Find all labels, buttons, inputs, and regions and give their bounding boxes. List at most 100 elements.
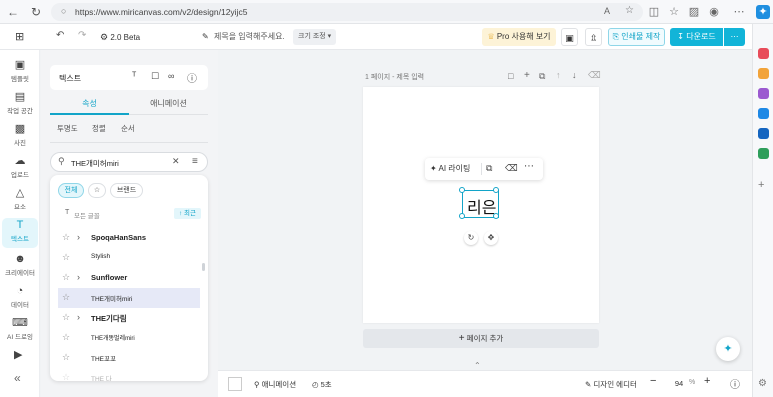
expand-panel-icon[interactable]: ⌃ [474, 361, 481, 370]
resize-handle[interactable] [493, 187, 499, 193]
more-icon[interactable]: ⋯ [524, 161, 534, 172]
refresh-icon[interactable]: ↻ [29, 5, 43, 19]
help-icon[interactable]: ⓘ [730, 376, 740, 391]
favorites-icon[interactable]: ☆ [667, 5, 681, 19]
resize-button[interactable]: 크기 조정 ▾ [293, 29, 337, 45]
more-icon[interactable]: ⋯ [732, 5, 746, 19]
outlook-icon[interactable] [758, 128, 769, 139]
ai-writing-button[interactable]: ✦ AI 라이팅 [430, 163, 470, 174]
font-row-selected[interactable]: ☆ THE개미허miri [58, 288, 200, 308]
add-sidebar-icon[interactable]: + [758, 179, 764, 191]
duplicate-icon[interactable]: ⧉ [486, 163, 492, 174]
rail-item-creator[interactable]: ☻ 크리에이터 [2, 252, 38, 282]
delete-icon[interactable]: ⌫ [505, 163, 518, 174]
undo-icon[interactable]: ↶ [56, 30, 64, 41]
games-icon[interactable] [758, 88, 769, 99]
text-style-icon[interactable]: ᵀ [132, 71, 136, 82]
more-options-icon[interactable]: ⋯ [724, 28, 745, 46]
tab-properties[interactable]: 속성 [50, 98, 129, 109]
chevron-right-icon[interactable]: › [77, 312, 80, 322]
share-icon[interactable]: ⇫ [585, 28, 602, 46]
clear-icon[interactable]: ✕ [172, 156, 180, 167]
page-add-icon[interactable]: + [524, 70, 530, 81]
read-aloud-icon[interactable]: A [604, 6, 610, 16]
rail-item-data[interactable]: ◔ 데이터 [2, 284, 38, 314]
copilot-icon[interactable]: ✦ [756, 5, 770, 19]
rotate-icon[interactable]: ↻ [464, 231, 478, 245]
collections-icon[interactable] [758, 48, 769, 59]
star-icon[interactable]: ☆ [62, 232, 70, 243]
assistant-icon[interactable]: ✦ [716, 337, 740, 361]
collapse-icon[interactable]: « [14, 371, 21, 385]
split-screen-icon[interactable]: ◫ [647, 5, 661, 19]
star-icon[interactable]: ☆ [62, 352, 70, 363]
version-button[interactable]: ⚙ 2.0 Beta [100, 29, 140, 45]
favorite-star-icon[interactable]: ☆ [625, 5, 634, 16]
chip-brand[interactable]: 브랜드 [110, 183, 143, 198]
page-down-icon[interactable]: ↓ [572, 70, 577, 80]
rail-item-elements[interactable]: △ 요소 [2, 186, 38, 216]
sidebar-settings-icon[interactable]: ⚙ [758, 378, 767, 389]
zoom-out-icon[interactable]: − [650, 375, 656, 387]
order-button[interactable]: 순서 [121, 123, 135, 134]
back-icon[interactable]: ← [6, 5, 20, 19]
resize-handle[interactable] [493, 213, 499, 219]
text-element[interactable]: 리은 [459, 187, 499, 219]
font-row[interactable]: ☆ THE꼬꼬 [58, 348, 200, 368]
duration-button[interactable]: ◴ 5초 [312, 379, 332, 390]
resize-handle[interactable] [459, 213, 465, 219]
page-note-icon[interactable]: □ [508, 71, 513, 81]
save-icon[interactable]: ▣ [561, 28, 578, 46]
font-row[interactable]: ☆ Stylish [58, 248, 200, 268]
move-icon[interactable]: ✥ [484, 231, 498, 245]
chevron-right-icon[interactable]: › [77, 272, 80, 282]
redo-icon[interactable]: ↷ [78, 30, 86, 41]
profile-icon[interactable]: ◉ [707, 5, 721, 19]
font-row[interactable]: ☆ › SpoqaHanSans [58, 228, 200, 248]
page-up-icon[interactable]: ↑ [556, 70, 561, 80]
tab-animation[interactable]: 애니메이션 [129, 98, 208, 109]
tools-icon[interactable] [758, 68, 769, 79]
zoom-in-icon[interactable]: + [704, 375, 710, 387]
pro-trial-button[interactable]: ♕ Pro 사용해 보기 [482, 28, 556, 46]
star-icon[interactable]: ☆ [62, 292, 70, 303]
resize-handle[interactable] [459, 187, 465, 193]
rail-item-photo[interactable]: ▩ 사진 [2, 122, 38, 152]
font-row[interactable]: ☆ › Sunflower [58, 268, 200, 288]
page-delete-icon[interactable]: ⌫ [588, 70, 601, 81]
add-page-button[interactable]: + 페이지 추가 [363, 329, 599, 348]
font-row[interactable]: ☆ THE 다 [58, 368, 200, 381]
star-icon[interactable]: ☆ [62, 312, 70, 323]
design-editor-button[interactable]: ✎ 디자인 에디터 [585, 379, 637, 390]
page-duplicate-icon[interactable]: ⧉ [539, 71, 545, 82]
animation-button[interactable]: ⚲ 애니메이션 [254, 379, 296, 390]
align-button[interactable]: 정렬 [92, 123, 106, 134]
apps-grid-icon[interactable]: ⊞ [15, 30, 24, 43]
filter-icon[interactable]: ≡ [192, 156, 198, 167]
extensions-icon[interactable] [758, 108, 769, 119]
extension-icon[interactable]: ▨ [687, 5, 701, 19]
address-bar[interactable]: ○ https://www.miricanvas.com/v2/design/1… [51, 3, 643, 21]
rail-item-workspace[interactable]: ▤ 작업 공간 [2, 90, 38, 120]
list-scrollbar[interactable] [202, 263, 205, 271]
page-label[interactable]: 1 페이지 - 제목 입력 [365, 72, 424, 82]
rail-item-text[interactable]: T 텍스트 [2, 218, 38, 248]
chip-favorites[interactable]: ☆ [88, 183, 106, 198]
play-icon[interactable]: ▶ [14, 348, 22, 361]
star-icon[interactable]: ☆ [62, 372, 70, 381]
star-icon[interactable]: ☆ [62, 252, 70, 263]
opacity-button[interactable]: 투명도 [57, 123, 78, 134]
chevron-right-icon[interactable]: › [77, 232, 80, 242]
link-icon[interactable]: ∞ [168, 71, 174, 81]
font-row[interactable]: ☆ › THE기다림 [58, 308, 200, 328]
text-element-content[interactable]: 리은 [467, 194, 496, 218]
rail-item-ai-drawing[interactable]: ⌨ AI 드로잉 [2, 316, 38, 346]
chip-all[interactable]: 전체 [58, 183, 84, 198]
font-row[interactable]: ☆ THE개똥벌레miri [58, 328, 200, 348]
recent-sort-button[interactable]: ↑ 최근 [174, 208, 201, 219]
rail-item-template[interactable]: ▣ 템플릿 [2, 58, 38, 88]
download-button[interactable]: ↧ 다운로드 [670, 28, 723, 46]
rail-item-upload[interactable]: ☁ 업로드 [2, 154, 38, 184]
background-color-swatch[interactable] [228, 377, 242, 391]
star-icon[interactable]: ☆ [62, 332, 70, 343]
